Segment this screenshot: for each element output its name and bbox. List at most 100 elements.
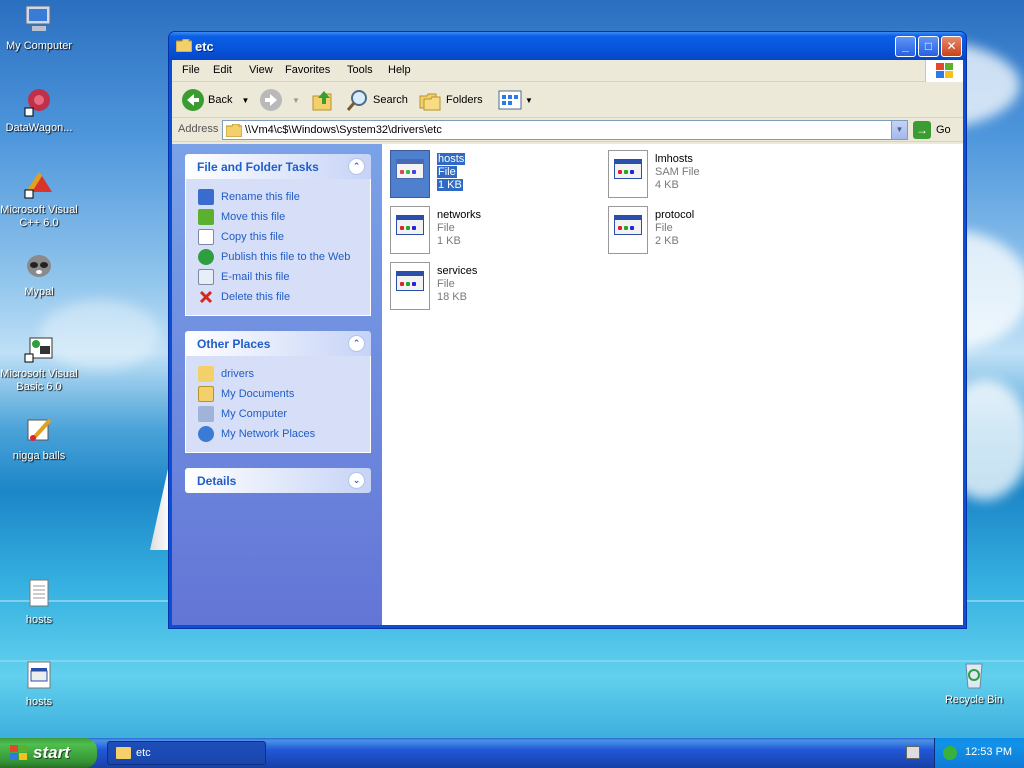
folders-button[interactable]: Folders xyxy=(418,87,483,113)
delete-icon xyxy=(198,289,214,305)
system-file-icon xyxy=(390,206,430,254)
back-dropdown-icon[interactable]: ▼ xyxy=(241,96,249,105)
task-delete-file[interactable]: Delete this file xyxy=(198,287,370,307)
desktop-icon-paint[interactable]: nigga balls xyxy=(0,414,79,463)
task-copy-file[interactable]: Copy this file xyxy=(198,227,370,247)
file-item-protocol[interactable]: protocol File 2 KB xyxy=(608,206,808,258)
maximize-icon: □ xyxy=(924,39,933,53)
up-folder-button[interactable] xyxy=(311,87,335,113)
folder-icon xyxy=(116,747,131,759)
desktop-icon-recycle-bin[interactable]: Recycle Bin xyxy=(934,658,1014,707)
visual-cpp-icon xyxy=(22,168,56,200)
system-file-icon xyxy=(22,660,56,692)
panel-header[interactable]: File and Folder Tasks ⌃ xyxy=(185,154,371,179)
address-value: \\Vm4\c$\Windows\System32\drivers\etc xyxy=(245,124,442,136)
place-my-computer[interactable]: My Computer xyxy=(198,404,370,424)
explorer-window[interactable]: etc _ □ ✕ File Edit View Favorites Tools… xyxy=(168,31,967,629)
network-places-icon xyxy=(198,426,214,442)
taskbar-item-etc[interactable]: etc xyxy=(107,741,266,765)
paint-icon xyxy=(22,414,56,446)
file-folder-tasks-panel: File and Folder Tasks ⌃ Rename this file… xyxy=(185,154,371,316)
windows-flag-icon xyxy=(10,745,27,760)
views-button[interactable]: ▼ xyxy=(498,87,533,113)
minimize-icon: _ xyxy=(902,39,909,53)
place-my-documents[interactable]: My Documents xyxy=(198,384,370,404)
collapse-chevron-icon[interactable]: ⌃ xyxy=(348,158,365,175)
datawagon-icon xyxy=(22,86,56,118)
panel-header[interactable]: Details ⌄ xyxy=(185,468,371,493)
menu-favorites[interactable]: Favorites xyxy=(285,64,330,76)
toolbar: Back ▼ ▼ Search Folders ▼ xyxy=(172,82,963,118)
task-publish-web[interactable]: Publish this file to the Web xyxy=(198,247,370,267)
address-dropdown-icon[interactable]: ▼ xyxy=(891,121,907,139)
file-item-networks[interactable]: networks File 1 KB xyxy=(390,206,590,258)
menu-help[interactable]: Help xyxy=(388,64,411,76)
place-drivers[interactable]: drivers xyxy=(198,364,370,384)
my-documents-icon xyxy=(198,386,214,402)
system-file-icon xyxy=(608,206,648,254)
desktop-icon-visual-cpp[interactable]: Microsoft Visual C++ 6.0 xyxy=(0,168,79,230)
address-label: Address xyxy=(178,123,219,135)
folder-icon xyxy=(226,124,242,137)
file-item-hosts[interactable]: hosts File 1 KB xyxy=(390,150,590,202)
window-title: etc xyxy=(195,39,214,54)
taskbar: start etc 12:53 PM xyxy=(0,738,1024,768)
up-folder-icon xyxy=(312,91,332,111)
go-button[interactable]: → Go xyxy=(913,120,951,140)
menu-bar: File Edit View Favorites Tools Help xyxy=(172,60,963,82)
collapse-chevron-icon[interactable]: ⌃ xyxy=(348,335,365,352)
place-network-places[interactable]: My Network Places xyxy=(198,424,370,444)
file-item-services[interactable]: services File 18 KB xyxy=(390,262,590,314)
copy-icon xyxy=(198,229,214,245)
clock: 12:53 PM xyxy=(965,746,1013,758)
forward-button[interactable]: ▼ xyxy=(260,87,300,113)
back-arrow-icon xyxy=(182,89,204,111)
search-icon xyxy=(346,90,367,111)
keyboard-icon[interactable] xyxy=(906,746,920,759)
title-bar[interactable]: etc _ □ ✕ xyxy=(169,32,966,60)
close-button[interactable]: ✕ xyxy=(941,36,962,57)
task-pane: File and Folder Tasks ⌃ Rename this file… xyxy=(172,144,382,625)
system-file-icon xyxy=(608,150,648,198)
my-computer-icon xyxy=(198,406,214,422)
address-input[interactable]: \\Vm4\c$\Windows\System32\drivers\etc ▼ xyxy=(222,120,908,140)
content-area: File and Folder Tasks ⌃ Rename this file… xyxy=(172,144,963,625)
task-rename-file[interactable]: Rename this file xyxy=(198,187,370,207)
desktop-icon-mypal[interactable]: Mypal xyxy=(0,250,79,299)
system-file-icon xyxy=(390,150,430,198)
forward-dropdown-icon[interactable]: ▼ xyxy=(292,96,300,105)
tray-app-icon[interactable] xyxy=(943,746,957,760)
menu-edit[interactable]: Edit xyxy=(213,64,232,76)
folder-icon xyxy=(198,366,214,382)
task-move-file[interactable]: Move this file xyxy=(198,207,370,227)
sailboat xyxy=(150,460,170,550)
recycle-bin-icon xyxy=(957,658,991,690)
minimize-button[interactable]: _ xyxy=(895,36,916,57)
maximize-button[interactable]: □ xyxy=(918,36,939,57)
rename-icon xyxy=(198,189,214,205)
menu-tools[interactable]: Tools xyxy=(347,64,373,76)
panel-header[interactable]: Other Places ⌃ xyxy=(185,331,371,356)
desktop-icon-visual-basic[interactable]: Microsoft Visual Basic 6.0 xyxy=(0,332,79,394)
file-item-lmhosts[interactable]: lmhosts SAM File 4 KB xyxy=(608,150,808,202)
visual-basic-icon xyxy=(22,332,56,364)
file-list: hosts File 1 KB lmhosts SAM File 4 KB ne… xyxy=(382,144,963,625)
expand-chevron-icon[interactable]: ⌄ xyxy=(348,472,365,489)
menu-view[interactable]: View xyxy=(249,64,273,76)
desktop-icon-hosts-text[interactable]: hosts xyxy=(0,578,79,627)
folder-icon xyxy=(176,39,192,52)
back-button[interactable]: Back ▼ xyxy=(182,87,249,113)
panel-body: drivers My Documents My Computer My Netw… xyxy=(185,356,371,453)
views-dropdown-icon: ▼ xyxy=(525,95,533,105)
desktop-icon-hosts-system[interactable]: hosts xyxy=(0,660,79,709)
close-icon: ✕ xyxy=(946,39,957,53)
move-icon xyxy=(198,209,214,225)
other-places-panel: Other Places ⌃ drivers My Documents My C… xyxy=(185,331,371,453)
start-button[interactable]: start xyxy=(0,738,97,768)
address-bar: Address \\Vm4\c$\Windows\System32\driver… xyxy=(172,118,963,142)
menu-file[interactable]: File xyxy=(182,64,200,76)
task-email-file[interactable]: E-mail this file xyxy=(198,267,370,287)
desktop-icon-datawagon[interactable]: DataWagon... xyxy=(0,86,79,135)
desktop-icon-my-computer[interactable]: My Computer xyxy=(0,4,79,53)
search-button[interactable]: Search xyxy=(345,87,408,113)
